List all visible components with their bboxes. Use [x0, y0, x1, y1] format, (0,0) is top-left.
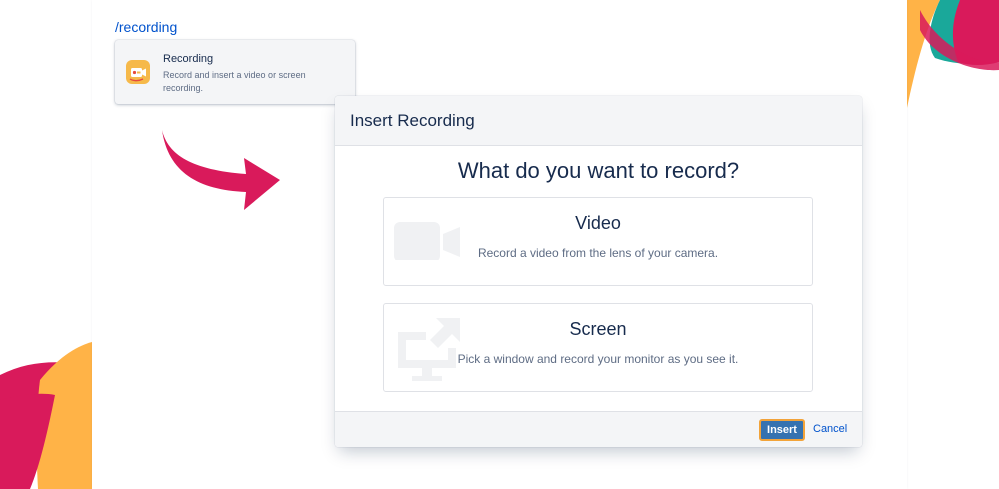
dialog-title: Insert Recording	[350, 111, 475, 130]
recording-suggestion-item[interactable]: Recording Record and insert a video or s…	[115, 40, 355, 104]
curved-arrow-icon	[162, 130, 280, 210]
suggestion-description: Record and insert a video or screen reco…	[163, 70, 306, 93]
slash-command-text: /recording	[115, 19, 178, 35]
suggestion-title: Recording	[163, 53, 214, 65]
video-option-title: Video	[575, 213, 621, 233]
video-option-card[interactable]: Video Record a video from the lens of yo…	[383, 197, 813, 286]
cancel-link[interactable]: Cancel	[813, 423, 847, 435]
recording-macro-icon	[126, 60, 150, 84]
screen-option-title: Screen	[569, 319, 627, 339]
dialog-header: Insert Recording	[335, 96, 862, 146]
insert-button[interactable]: Insert	[759, 419, 805, 441]
dialog-question: What do you want to record?	[457, 158, 740, 183]
video-option-description: Record a video from the lens of your cam…	[477, 246, 719, 260]
dialog-footer: Insert Cancel	[335, 411, 862, 447]
screen-option-card[interactable]: Screen Pick a window and record your mon…	[383, 303, 813, 392]
insert-recording-dialog: Insert Recording What do you want to rec…	[335, 96, 862, 447]
screen-option-description: Pick a window and record your monitor as…	[457, 352, 739, 366]
